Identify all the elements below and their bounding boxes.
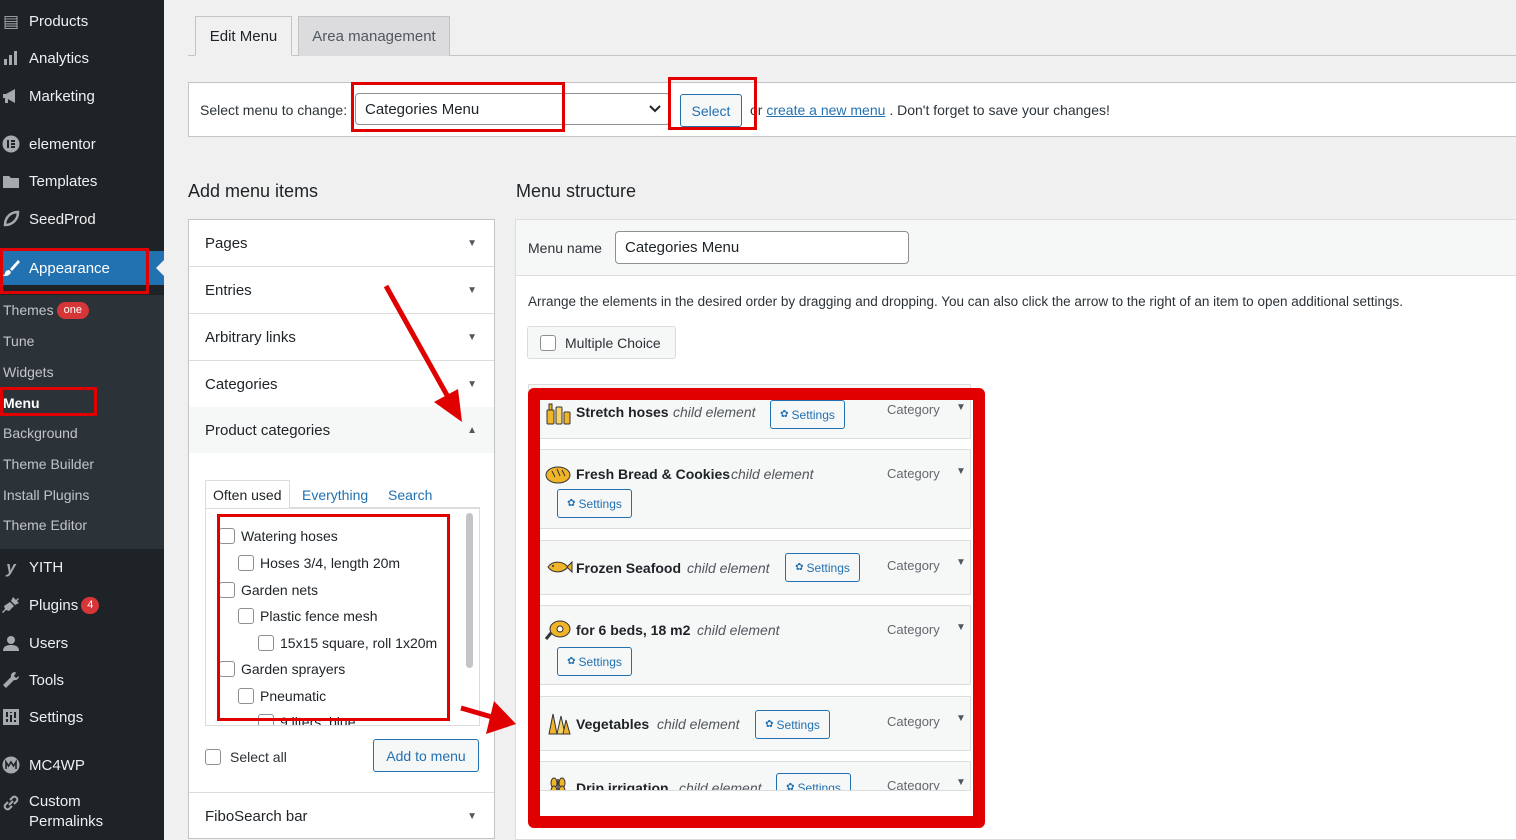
settings-icon (1, 707, 21, 727)
sidebar-item-plugins[interactable]: Plugins 4 (0, 588, 164, 622)
menu-name-input[interactable]: Categories Menu (615, 231, 909, 264)
tab-edit-menu[interactable]: Edit Menu (195, 16, 292, 56)
sidebar-item-marketing[interactable]: Marketing (0, 79, 164, 113)
accordion-fibosearch[interactable]: FiboSearch bar ▼ (189, 792, 494, 839)
highlight-menu (0, 387, 97, 416)
sidebar-item-elementor[interactable]: elementor (0, 127, 164, 161)
accordion-pages[interactable]: Pages ▼ (189, 220, 494, 267)
sidebar-item-templates[interactable]: Templates (0, 164, 164, 198)
folder-icon (1, 171, 21, 191)
analytics-icon (1, 48, 21, 68)
caret-down-icon: ▼ (467, 284, 477, 296)
highlight-appearance (0, 248, 149, 294)
accordion-product-categories[interactable]: Product categories ▲ (189, 407, 494, 454)
admin-sidebar: ▤ Products Analytics Marketing elementor… (0, 0, 164, 840)
submenu-item-install-plugins[interactable]: Install Plugins (3, 484, 89, 506)
highlight-category-list (217, 514, 450, 721)
add-menu-items-heading: Add menu items (188, 181, 319, 201)
submenu-item-theme-builder[interactable]: Theme Builder (3, 453, 94, 475)
add-to-menu-button[interactable]: Add to menu (373, 739, 479, 772)
category-list-scrollbar[interactable] (466, 513, 473, 668)
accordion-entries[interactable]: Entries ▼ (189, 267, 494, 314)
wrench-icon (1, 670, 21, 690)
sidebar-item-mc4wp[interactable]: MC4WP (0, 748, 164, 782)
user-icon (1, 633, 21, 653)
subtab-everything[interactable]: Everything (302, 487, 368, 503)
chevron-down-icon (649, 102, 661, 116)
caret-up-icon: ▲ (467, 424, 477, 436)
yith-icon: y (6, 557, 16, 577)
multiple-choice-toggle[interactable]: Multiple Choice (527, 326, 676, 359)
submenu-item-themes[interactable]: Themes one (3, 299, 89, 321)
highlight-menu-select (351, 82, 565, 132)
sidebar-item-settings[interactable]: Settings (0, 700, 164, 734)
sidebar-item-analytics[interactable]: Analytics (0, 41, 164, 75)
sidebar-item-products[interactable]: ▤ Products (0, 4, 164, 38)
megaphone-icon (1, 86, 21, 106)
select-all-control[interactable]: Select all (205, 749, 287, 765)
sidebar-item-seedprod[interactable]: SeedProd (0, 202, 164, 236)
subtab-often-used[interactable]: Often used (205, 480, 290, 510)
menu-instructions: Arrange the elements in the desired orde… (528, 294, 1404, 309)
caret-down-icon: ▼ (467, 331, 477, 343)
appearance-submenu: Themes one Tune Widgets Menu Background … (0, 295, 164, 549)
multiple-choice-checkbox[interactable] (540, 334, 556, 351)
submenu-item-tune[interactable]: Tune (3, 330, 34, 352)
sidebar-item-yith[interactable]: y YITH (0, 550, 164, 584)
plug-icon (1, 595, 21, 615)
menu-name-label: Menu name (528, 240, 602, 256)
mc4wp-icon (1, 755, 21, 775)
create-new-menu-link[interactable]: create a new menu (766, 102, 885, 118)
elementor-icon (1, 134, 21, 154)
select-menu-label: Select menu to change: (200, 102, 348, 118)
submenu-item-theme-editor[interactable]: Theme Editor (3, 514, 87, 536)
submenu-item-background[interactable]: Background (3, 422, 78, 444)
link-icon (1, 793, 21, 813)
submenu-item-widgets[interactable]: Widgets (3, 361, 54, 383)
caret-down-icon: ▼ (467, 378, 477, 390)
sidebar-item-custom-permalinks[interactable]: Custom Permalinks (0, 792, 164, 836)
seedprod-icon (1, 209, 21, 229)
caret-down-icon: ▼ (467, 810, 477, 822)
caret-down-icon: ▼ (467, 237, 477, 249)
select-all-checkbox[interactable] (205, 749, 221, 765)
subtab-search[interactable]: Search (388, 487, 432, 503)
products-icon: ▤ (2, 11, 20, 31)
sidebar-item-tools[interactable]: Tools (0, 663, 164, 697)
active-pointer (156, 260, 164, 276)
menu-structure-heading: Menu structure (516, 181, 637, 201)
themes-update-badge: one (56, 301, 89, 319)
highlight-menu-structure (528, 388, 985, 828)
tab-area-management[interactable]: Area management (298, 16, 450, 56)
highlight-select-button (668, 77, 757, 130)
accordion-categories[interactable]: Categories ▼ (189, 361, 494, 408)
accordion-arbitrary-links[interactable]: Arbitrary links ▼ (189, 314, 494, 361)
select-bar-hint: or create a new menu . Don't forget to s… (750, 102, 1110, 118)
sidebar-item-users[interactable]: Users (0, 626, 164, 660)
plugins-update-badge: 4 (81, 596, 100, 614)
